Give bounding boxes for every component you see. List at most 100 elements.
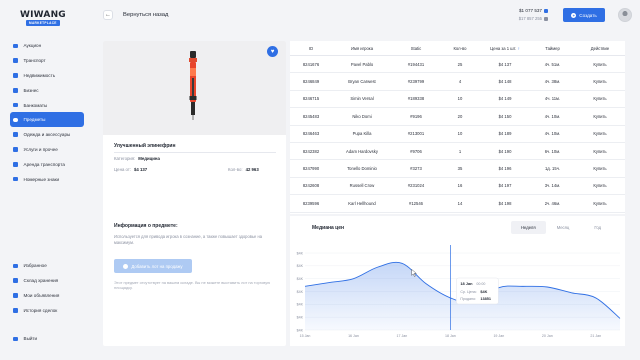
sidebar-item-hammer[interactable]: Аукцион xyxy=(10,39,84,54)
buy-button[interactable]: Купить xyxy=(575,114,625,119)
data-point xyxy=(523,286,524,287)
sidebar-item-list[interactable]: Мои объявления xyxy=(10,288,84,303)
cell-amount: 25 xyxy=(457,61,463,67)
key-icon xyxy=(13,162,18,167)
x-tick-label: 18 Jan xyxy=(445,334,456,338)
arrow-left-icon: ← xyxy=(105,12,111,18)
sidebar-item-label: Склад хранения xyxy=(23,278,59,284)
buy-button[interactable]: Купить xyxy=(575,96,625,101)
col-action[interactable]: Действие xyxy=(575,46,625,51)
cell-amount: 1 xyxy=(458,148,462,154)
avatar[interactable] xyxy=(618,8,632,22)
sidebar-item-label: Банкоматы xyxy=(23,102,48,108)
col-timer[interactable]: Таймер xyxy=(530,46,575,51)
sidebar-item-tools[interactable]: Услуги и прочее xyxy=(10,142,84,157)
cell-static: #9706 xyxy=(410,148,422,154)
price-value: $4 137 xyxy=(133,167,148,172)
table-row[interactable]: 8241676 Pavel Pablo #194431 25 $4 137 4ч. 51м… xyxy=(290,56,625,74)
table-row[interactable]: 8247990 Tonello Dominio #3273 35 $4 196 1д. 1… xyxy=(290,160,625,178)
logout-button[interactable]: Выйти xyxy=(10,332,84,347)
cell-static: #213001 xyxy=(407,131,425,137)
cell-id: 8246463 xyxy=(302,131,320,137)
table-row[interactable]: 8245483 Niko Domi #9196 20 $4 150 4ч. 10м. Куп… xyxy=(290,108,625,126)
sidebar-item-plate[interactable]: Номерные знаки xyxy=(10,172,84,187)
brand-name: WIWANG xyxy=(20,10,66,20)
price-label: Цена от: xyxy=(114,167,131,172)
sidebar-item-label: Аукцион xyxy=(23,43,42,49)
tooltip-sold-label: Продано: xyxy=(460,297,476,301)
amount-label: Кол-во: xyxy=(228,167,243,172)
sidebar-item-history[interactable]: История сделок xyxy=(10,303,84,318)
cell-timer: 3ч. 14м. xyxy=(544,183,561,189)
col-static[interactable]: Static xyxy=(392,46,440,51)
cell-id: 8239596 xyxy=(302,200,320,206)
cell-amount: 16 xyxy=(457,183,463,189)
col-player[interactable]: Имя игрока xyxy=(332,46,392,51)
buy-button[interactable]: Купить xyxy=(575,62,625,67)
data-point xyxy=(353,278,354,279)
sidebar-item-key[interactable]: Аренда транспорта xyxy=(10,157,84,172)
price-chart[interactable]: $4K $4K $4K $4K $4K $4K $4K 15 Jan 16 Jan 17 Jan 1… xyxy=(290,216,625,346)
add-lot-button[interactable]: Добавить лот на продажу xyxy=(114,259,192,273)
tooltip-time: 00:00 xyxy=(476,282,485,286)
col-price[interactable]: Цена за 1 шт. ↑ xyxy=(480,46,530,51)
table-row[interactable]: 8239596 Karl Hellhound #12546 14 $4 198 2ч. 4… xyxy=(290,195,625,213)
table-row[interactable]: 8242382 Adam Hardovsky #9706 1 $4 190 6ч. 10м… xyxy=(290,143,625,161)
balance: $1 077 537 $17 857 255 xyxy=(519,8,548,21)
buy-button[interactable]: Купить xyxy=(575,79,625,84)
cell-price: $4 197 xyxy=(498,183,512,189)
cell-timer: 4ч. 38м. xyxy=(544,79,561,85)
atm-icon xyxy=(13,102,18,108)
buy-button[interactable]: Купить xyxy=(575,131,625,136)
sidebar-item-label: Аренда транспорта xyxy=(23,161,65,167)
buy-button[interactable]: Купить xyxy=(575,166,625,171)
item-name: Улучшенный эпинефрин xyxy=(114,143,176,149)
sidebar-item-heart[interactable]: Избранное xyxy=(10,259,84,274)
cell-timer: 6ч. 10м. xyxy=(544,148,561,154)
sidebar-item-briefcase[interactable]: Бизнес xyxy=(10,83,84,98)
back-button[interactable]: ← xyxy=(103,10,113,20)
plus-icon: + xyxy=(571,12,577,18)
create-button[interactable]: + Создать xyxy=(563,8,605,22)
buy-button[interactable]: Купить xyxy=(575,183,625,188)
sidebar-item-warehouse[interactable]: Склад хранения xyxy=(10,273,84,288)
y-tick-label: $4K xyxy=(297,315,304,319)
history-icon xyxy=(13,308,18,313)
cell-player: Pupa Killa xyxy=(352,131,372,137)
cell-amount: 10 xyxy=(457,96,463,102)
cell-timer: 4ч. 11м. xyxy=(544,96,561,102)
sidebar-item-atm[interactable]: Банкоматы xyxy=(10,98,84,113)
table-row[interactable]: 8246463 Pupa Killa #213001 10 $4 189 4ч. 10м.… xyxy=(290,126,625,143)
x-tick-label: 17 Jan xyxy=(397,334,408,338)
x-tick-label: 20 Jan xyxy=(542,334,553,338)
buy-button[interactable]: Купить xyxy=(575,149,625,154)
cell-timer: 2ч. 46м. xyxy=(544,200,561,206)
cell-timer: 4ч. 10м. xyxy=(544,113,561,119)
cell-price: $4 148 xyxy=(498,79,512,85)
sidebar-item-house[interactable]: Недвижимость xyxy=(10,68,84,83)
col-id[interactable]: ID xyxy=(290,46,332,51)
buy-button[interactable]: Купить xyxy=(575,201,625,206)
sidebar-nav-bottom: Избранное Склад хранения Мои объявления Ист… xyxy=(10,259,84,318)
table-row[interactable]: 8246715 Simin Versal #189338 10 $4 149 4ч. 11… xyxy=(290,91,625,109)
list-icon xyxy=(13,293,18,298)
table-row[interactable]: 8246849 Bryan Carwest #239799 4 $4 148 4ч. 38… xyxy=(290,73,625,91)
sidebar-item-label: Предметы xyxy=(23,117,46,123)
sidebar-nav-logout: Выйти xyxy=(10,332,84,347)
back-label[interactable]: Вернуться назад xyxy=(123,12,168,18)
sidebar-item-shirt[interactable]: Одежда и аксессуары xyxy=(10,127,84,142)
sidebar-item-car[interactable]: Транспорт xyxy=(10,53,84,68)
table-row[interactable]: 8242608 Russell Crow #231024 16 $4 197 3ч. 14… xyxy=(290,178,625,196)
favorite-button[interactable]: ♥ xyxy=(267,46,278,57)
cell-amount: 4 xyxy=(458,79,462,85)
x-tick-label: 15 Jan xyxy=(300,334,311,338)
tooltip-date: 18 Jan xyxy=(460,281,473,286)
sidebar-item-box[interactable]: Предметы xyxy=(10,112,84,128)
brand-logo[interactable]: WIWANG MARKETPLACE xyxy=(20,10,72,26)
col-amount[interactable]: Кол-во xyxy=(440,46,480,51)
amount-value: 42 963 xyxy=(245,167,259,172)
epinephrine-icon xyxy=(189,51,197,120)
tools-icon xyxy=(13,147,18,152)
cell-id: 8245483 xyxy=(302,113,320,119)
data-point xyxy=(595,298,596,299)
